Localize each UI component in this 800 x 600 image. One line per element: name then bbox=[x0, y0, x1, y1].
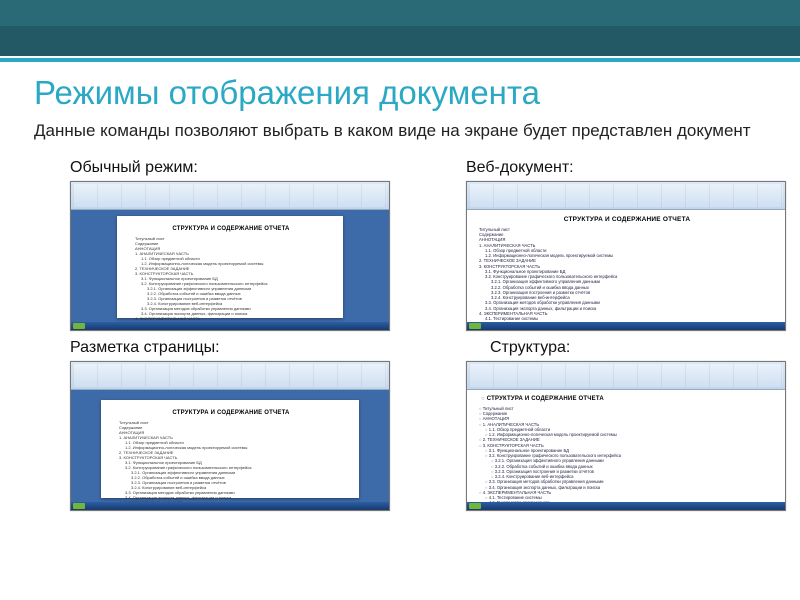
label-normal: Обычный режим: bbox=[70, 159, 390, 177]
doc-outline: Титульный листСодержаниеАННОТАЦИЯ1. АНАЛ… bbox=[479, 227, 775, 331]
doc-title: СТРУКТУРА И СОДЕРЖАНИЕ ОТЧЕТА bbox=[479, 216, 775, 223]
label-outline: Структура: bbox=[490, 339, 786, 357]
thumb-layout: СТРУКТУРА И СОДЕРЖАНИЕ ОТЧЕТА Титульный … bbox=[70, 361, 390, 511]
web-body: СТРУКТУРА И СОДЕРЖАНИЕ ОТЧЕТА Титульный … bbox=[467, 210, 785, 322]
thumb-outline: СТРУКТУРА И СОДЕРЖАНИЕ ОТЧЕТА Титульный … bbox=[466, 361, 786, 511]
modes-grid: Обычный режим: СТРУКТУРА И СОДЕРЖАНИЕ ОТ… bbox=[34, 157, 766, 511]
label-layout: Разметка страницы: bbox=[70, 339, 390, 357]
cell-layout: Разметка страницы: СТРУКТУРА И СОДЕРЖАНИ… bbox=[34, 337, 390, 511]
taskbar bbox=[467, 322, 785, 330]
slide-title: Режимы отображения документа bbox=[34, 74, 766, 112]
doc-outline: Титульный листСодержаниеАННОТАЦИЯ1. АНАЛ… bbox=[479, 406, 775, 511]
thumb-normal: СТРУКТУРА И СОДЕРЖАНИЕ ОТЧЕТА Титульный … bbox=[70, 181, 390, 331]
taskbar bbox=[71, 322, 389, 330]
label-web: Веб-документ: bbox=[466, 159, 786, 177]
doc-outline: Титульный листСодержаниеАННОТАЦИЯ1. АНАЛ… bbox=[119, 420, 343, 510]
desk-area: СТРУКТУРА И СОДЕРЖАНИЕ ОТЧЕТА Титульный … bbox=[71, 210, 389, 322]
desk-area: СТРУКТУРА И СОДЕРЖАНИЕ ОТЧЕТА Титульный … bbox=[71, 390, 389, 502]
ribbon bbox=[71, 182, 389, 210]
doc-title: СТРУКТУРА И СОДЕРЖАНИЕ ОТЧЕТА bbox=[135, 226, 327, 232]
doc-title: СТРУКТУРА И СОДЕРЖАНИЕ ОТЧЕТА bbox=[481, 396, 775, 402]
taskbar bbox=[467, 502, 785, 510]
outline-body: СТРУКТУРА И СОДЕРЖАНИЕ ОТЧЕТА Титульный … bbox=[467, 390, 785, 502]
slide-content: Режимы отображения документа Данные кома… bbox=[0, 62, 800, 511]
doc-outline: Титульный листСодержаниеАННОТАЦИЯ1. АНАЛ… bbox=[135, 236, 327, 326]
cell-outline: Структура: СТРУКТУРА И СОДЕРЖАНИЕ ОТЧЕТА… bbox=[430, 337, 786, 511]
slide-banner bbox=[0, 0, 800, 58]
slide-subtitle: Данные команды позволяют выбрать в каком… bbox=[34, 120, 766, 143]
ribbon bbox=[71, 362, 389, 390]
ribbon bbox=[467, 182, 785, 210]
page: СТРУКТУРА И СОДЕРЖАНИЕ ОТЧЕТА Титульный … bbox=[117, 216, 343, 318]
thumb-web: СТРУКТУРА И СОДЕРЖАНИЕ ОТЧЕТА Титульный … bbox=[466, 181, 786, 331]
cell-normal: Обычный режим: СТРУКТУРА И СОДЕРЖАНИЕ ОТ… bbox=[34, 157, 390, 331]
cell-web: Веб-документ: СТРУКТУРА И СОДЕРЖАНИЕ ОТЧ… bbox=[430, 157, 786, 331]
page: СТРУКТУРА И СОДЕРЖАНИЕ ОТЧЕТА Титульный … bbox=[101, 400, 359, 498]
ribbon bbox=[467, 362, 785, 390]
taskbar bbox=[71, 502, 389, 510]
doc-title: СТРУКТУРА И СОДЕРЖАНИЕ ОТЧЕТА bbox=[119, 410, 343, 416]
